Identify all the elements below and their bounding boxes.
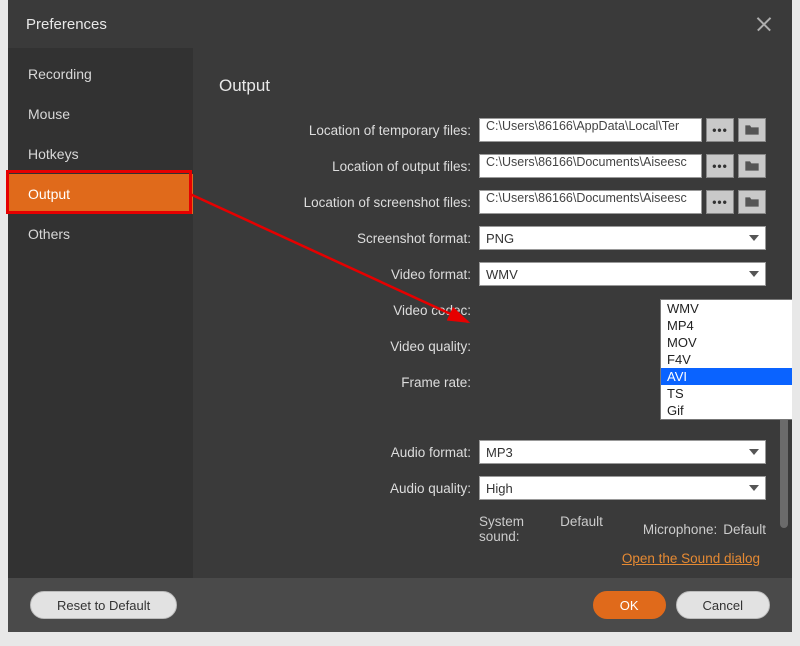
- dialog-title: Preferences: [26, 16, 107, 33]
- label-video-codec: Video codec:: [219, 303, 479, 318]
- browse-button[interactable]: •••: [706, 154, 734, 178]
- open-folder-button[interactable]: [738, 118, 766, 142]
- sidebar-item-label: Hotkeys: [28, 146, 79, 162]
- open-folder-button[interactable]: [738, 154, 766, 178]
- dropdown-option[interactable]: MOV: [661, 334, 792, 351]
- chevron-down-icon: [749, 485, 759, 491]
- chevron-down-icon: [749, 271, 759, 277]
- browse-button[interactable]: •••: [706, 190, 734, 214]
- select-value: High: [486, 481, 513, 496]
- close-icon[interactable]: [754, 14, 774, 34]
- label-video-quality: Video quality:: [219, 339, 479, 354]
- sidebar-item-label: Others: [28, 226, 70, 242]
- input-screenshot-files[interactable]: C:\Users\86166\Documents\Aiseesc: [479, 190, 702, 214]
- dropdown-option[interactable]: MP4: [661, 317, 792, 334]
- open-sound-dialog-link[interactable]: Open the Sound dialog: [622, 551, 760, 566]
- label-output-files: Location of output files:: [219, 159, 479, 174]
- select-video-format[interactable]: WMV: [479, 262, 766, 286]
- system-sound-value: Default: [560, 514, 603, 544]
- ellipsis-icon: •••: [712, 123, 728, 137]
- microphone-label: Microphone:: [643, 522, 717, 537]
- audio-status-row: System sound: Default Microphone: Defaul…: [219, 514, 766, 544]
- dialog-footer: Reset to Default OK Cancel: [8, 578, 792, 632]
- folder-icon: [744, 195, 760, 209]
- cancel-button[interactable]: Cancel: [676, 591, 770, 619]
- label-video-format: Video format:: [219, 267, 479, 282]
- open-folder-button[interactable]: [738, 190, 766, 214]
- system-sound-label: System sound:: [479, 514, 554, 544]
- sidebar-item-others[interactable]: Others: [8, 214, 193, 254]
- preferences-dialog: Preferences Recording Mouse Hotkeys Outp…: [8, 0, 792, 632]
- dropdown-option[interactable]: F4V: [661, 351, 792, 368]
- dropdown-option[interactable]: Gif: [661, 402, 792, 419]
- dropdown-option-selected[interactable]: AVI: [661, 368, 792, 385]
- sidebar-item-label: Recording: [28, 66, 92, 82]
- sidebar-item-hotkeys[interactable]: Hotkeys: [8, 134, 193, 174]
- browse-button[interactable]: •••: [706, 118, 734, 142]
- sidebar-item-label: Mouse: [28, 106, 70, 122]
- dropdown-option[interactable]: WMV: [661, 300, 792, 317]
- input-temp-files[interactable]: C:\Users\86166\AppData\Local\Ter: [479, 118, 702, 142]
- ellipsis-icon: •••: [712, 195, 728, 209]
- section-title-output: Output: [219, 76, 766, 96]
- sidebar-item-recording[interactable]: Recording: [8, 54, 193, 94]
- select-value: PNG: [486, 231, 514, 246]
- input-output-files[interactable]: C:\Users\86166\Documents\Aiseesc: [479, 154, 702, 178]
- select-value: MP3: [486, 445, 513, 460]
- main-panel: Output Location of temporary files: C:\U…: [193, 48, 792, 578]
- sidebar-item-label: Output: [28, 186, 70, 202]
- chevron-down-icon: [749, 235, 759, 241]
- titlebar: Preferences: [8, 0, 792, 48]
- sidebar: Recording Mouse Hotkeys Output Others: [8, 48, 193, 578]
- select-audio-format[interactable]: MP3: [479, 440, 766, 464]
- select-screenshot-format[interactable]: PNG: [479, 226, 766, 250]
- label-frame-rate: Frame rate:: [219, 375, 479, 390]
- label-temp-files: Location of temporary files:: [219, 123, 479, 138]
- dropdown-option[interactable]: TS: [661, 385, 792, 402]
- sidebar-item-output[interactable]: Output: [8, 174, 193, 214]
- video-format-dropdown[interactable]: WMV MP4 MOV F4V AVI TS Gif: [660, 299, 792, 420]
- select-value: WMV: [486, 267, 518, 282]
- label-screenshot-format: Screenshot format:: [219, 231, 479, 246]
- folder-icon: [744, 159, 760, 173]
- select-audio-quality[interactable]: High: [479, 476, 766, 500]
- ok-button[interactable]: OK: [593, 591, 666, 619]
- sidebar-item-mouse[interactable]: Mouse: [8, 94, 193, 134]
- label-audio-quality: Audio quality:: [219, 481, 479, 496]
- ellipsis-icon: •••: [712, 159, 728, 173]
- label-audio-format: Audio format:: [219, 445, 479, 460]
- microphone-value: Default: [723, 522, 766, 537]
- label-screenshot-files: Location of screenshot files:: [219, 195, 479, 210]
- folder-icon: [744, 123, 760, 137]
- reset-to-default-button[interactable]: Reset to Default: [30, 591, 177, 619]
- chevron-down-icon: [749, 449, 759, 455]
